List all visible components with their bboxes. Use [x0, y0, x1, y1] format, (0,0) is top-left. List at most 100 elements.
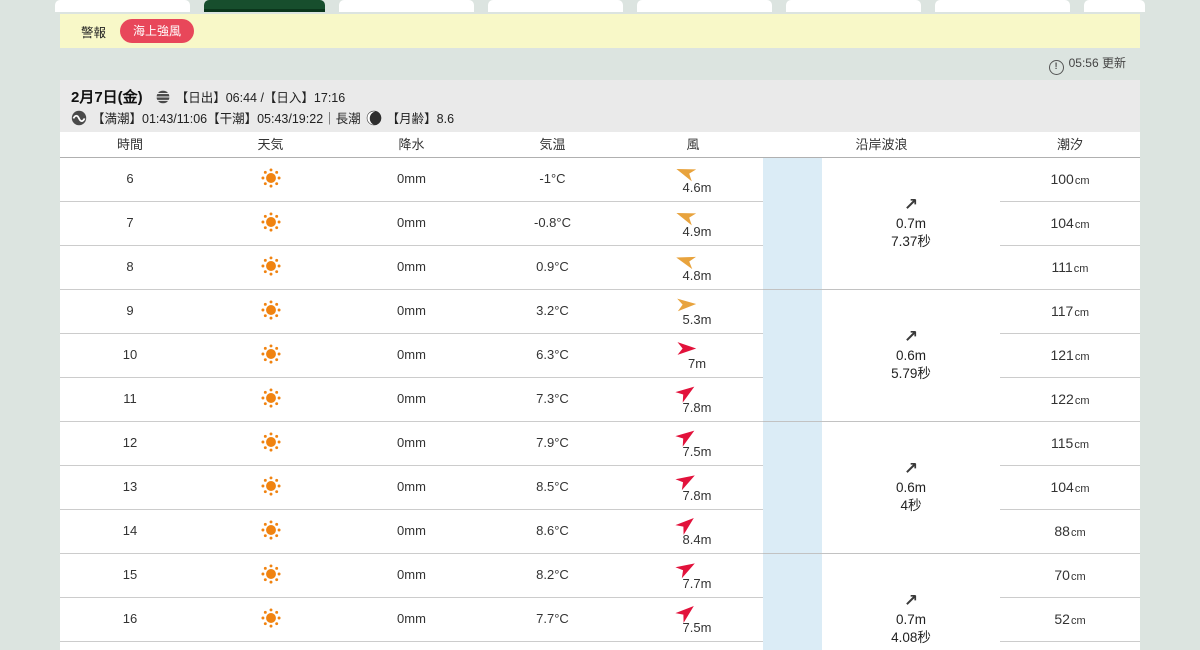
hourly-row: 12 0mm 7.9°C 7.5m	[60, 422, 763, 466]
tide-value: 52	[1054, 611, 1070, 627]
tide-unit: cm	[1074, 439, 1089, 451]
precip-cell: 0mm	[397, 567, 426, 582]
tide-value: 111	[1051, 259, 1073, 275]
precip-cell: 0mm	[397, 391, 426, 406]
temp-cell: 7.7°C	[536, 611, 569, 626]
wave-groups: ↗ 0.7m 7.37秒 ↗ 0.6m 5.79秒 ↗ 0.6m 4秒 ↗ 0.…	[822, 158, 1000, 650]
wind-speed: 5.3m	[682, 312, 712, 327]
time-cell: 16	[122, 611, 138, 626]
col-header-wind: 風	[686, 137, 700, 152]
tab-4[interactable]	[637, 0, 772, 12]
wave-direction-icon: ↗	[903, 459, 919, 479]
precip-cell: 0mm	[397, 479, 426, 494]
temp-cell: 6.3°C	[536, 347, 569, 362]
sunny-icon	[260, 563, 282, 588]
col-header-temp: 気温	[539, 137, 566, 152]
weather-cell	[200, 466, 341, 509]
time-cell: 7	[126, 215, 134, 230]
tide-wave-icon	[71, 110, 87, 126]
tide-unit: cm	[1074, 219, 1090, 231]
wind-cell: 4.8m	[623, 246, 763, 289]
sunrise-icon	[155, 89, 171, 105]
col-header-time: 時間	[116, 137, 143, 152]
tide-unit: cm	[1074, 395, 1090, 407]
wave-period: 7.37秒	[891, 234, 931, 249]
precip-cell: 0mm	[397, 435, 426, 450]
hourly-row: 14 0mm 8.6°C 8.4m	[60, 510, 763, 554]
temp-cell: -1°C	[539, 171, 566, 186]
wind-speed: 4.9m	[682, 224, 712, 239]
weather-cell	[200, 158, 341, 201]
moon-phase-icon	[366, 110, 382, 126]
temp-cell: 3.2°C	[536, 303, 569, 318]
tide-cell: 100cm	[1000, 158, 1140, 202]
hourly-row: 16 0mm 7.7°C 7.5m	[60, 598, 763, 642]
wave-direction-icon: ↗	[903, 327, 919, 347]
time-cell: 6	[126, 171, 134, 186]
tab-0[interactable]	[55, 0, 190, 12]
tab-7[interactable]	[1084, 0, 1145, 12]
hourly-row: 8 0mm 0.9°C 4.8m	[60, 246, 763, 290]
forecast-card: 2月7日(金) 【日出】06:44 /【日入】17:16 【満潮】01:43/1…	[60, 80, 1140, 650]
tide-cell: 52cm	[1000, 598, 1140, 642]
table-body: 6 0mm -1°C 4.6m 7 0mm -0.8°C 4.9m 8 0mm …	[60, 158, 1140, 650]
tide-cell: 121cm	[1000, 334, 1140, 378]
precip-cell: 0mm	[397, 523, 426, 538]
update-info: ! 05:56 更新	[60, 54, 1140, 76]
weather-cell	[200, 422, 341, 465]
tide-cell: 115cm	[1000, 422, 1140, 466]
wave-height: 0.7m	[895, 216, 926, 232]
tab-1-active[interactable]	[204, 0, 325, 12]
wind-cell: 7.7m	[623, 554, 763, 597]
tide-value: 88	[1054, 523, 1070, 539]
wind-speed: 7.8m	[682, 400, 712, 415]
wave-group: ↗ 0.7m 4.08秒	[822, 554, 1000, 650]
date-header: 2月7日(金) 【日出】06:44 /【日入】17:16 【満潮】01:43/1…	[60, 80, 1140, 132]
sunny-icon	[260, 607, 282, 632]
tide-unit: cm	[1070, 615, 1086, 627]
wind-speed: 8.4m	[682, 532, 712, 547]
weather-cell	[200, 202, 341, 245]
time-cell: 13	[122, 479, 138, 494]
sunny-icon	[260, 387, 282, 412]
tab-6[interactable]	[935, 0, 1070, 12]
sunny-icon	[260, 255, 282, 280]
temp-cell: -0.8°C	[534, 215, 571, 230]
temp-cell: 8.2°C	[536, 567, 569, 582]
sunny-icon	[260, 475, 282, 500]
time-cell: 14	[122, 523, 138, 538]
tide-value: 104	[1050, 479, 1074, 495]
info-icon: !	[1048, 60, 1064, 75]
tide-cell: 104cm	[1000, 202, 1140, 246]
precip-cell: 0mm	[397, 171, 426, 186]
sunrise-sunset-times: 【日出】06:44 /【日入】17:16	[175, 91, 346, 105]
weather-cell	[200, 290, 341, 333]
tide-value: 70	[1054, 567, 1070, 583]
temp-cell: 8.5°C	[536, 479, 569, 494]
tide-unit: cm	[1074, 483, 1090, 495]
tab-3[interactable]	[488, 0, 623, 12]
precip-cell: 0mm	[397, 347, 426, 362]
tide-cell: 111cm	[1000, 246, 1140, 290]
warning-badge-sea-gale[interactable]: 海上強風	[120, 19, 195, 43]
hourly-row: 10 0mm 6.3°C 7m	[60, 334, 763, 378]
tab-2[interactable]	[339, 0, 474, 12]
weather-cell	[200, 246, 341, 289]
sunny-icon	[260, 431, 282, 456]
weather-cell	[200, 598, 341, 641]
time-cell: 15	[122, 567, 138, 582]
update-time: 05:56 更新	[1068, 56, 1126, 70]
wind-cell: 7.5m	[623, 598, 763, 641]
tide-cell: 117cm	[1000, 290, 1140, 334]
wave-direction-icon: ↗	[903, 591, 919, 611]
col-header-weather: 天気	[257, 137, 284, 152]
hourly-rows: 6 0mm -1°C 4.6m 7 0mm -0.8°C 4.9m 8 0mm …	[60, 158, 763, 650]
precip-cell: 0mm	[397, 611, 426, 626]
temp-cell: 8.6°C	[536, 523, 569, 538]
precip-cell: 0mm	[397, 259, 426, 274]
wave-group: ↗ 0.6m 4秒	[822, 422, 1000, 554]
hourly-row: 13 0mm 8.5°C 7.8m	[60, 466, 763, 510]
wave-height: 0.6m	[895, 480, 926, 496]
tab-5[interactable]	[786, 0, 921, 12]
wind-speed: 7.5m	[682, 620, 712, 635]
